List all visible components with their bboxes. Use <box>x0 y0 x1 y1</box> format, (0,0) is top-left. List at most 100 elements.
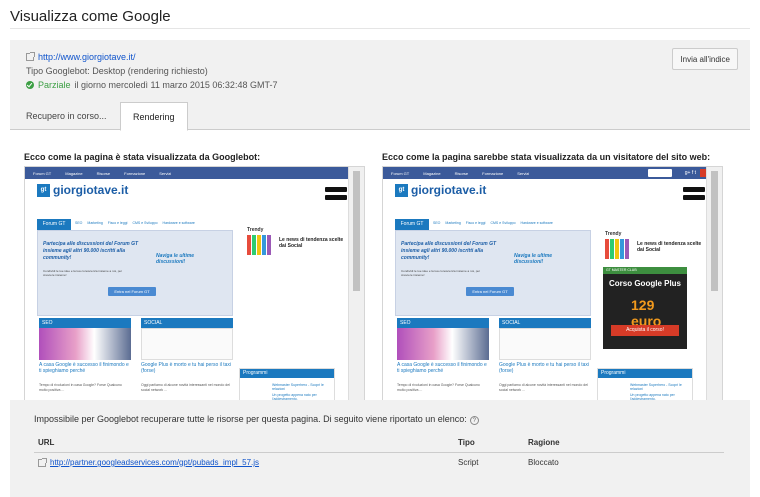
tab-rendering[interactable]: Rendering <box>120 102 188 131</box>
seo-image <box>39 328 131 360</box>
promo-note: Naviga le ultime discussioni! <box>156 253 195 265</box>
blocked-resources-panel: Impossibile per Googlebot recuperare tut… <box>10 400 750 497</box>
bar <box>615 239 619 259</box>
programmi-item: Webmaster Superhero - Scopri le relazion… <box>630 383 682 391</box>
blocked-resources-message: Impossibile per Googlebot recuperare tut… <box>34 414 479 425</box>
course-ad: GT MASTER CLUB Corso Google Plus 129 eur… <box>603 267 687 349</box>
site-nav-item: Forum GT <box>33 170 52 176</box>
bar <box>267 235 271 255</box>
forum-subnav: SEO Marketing Fisco e leggi CMS e Svilup… <box>75 221 195 225</box>
logo-mark: gt <box>395 183 408 197</box>
logo-mark: gt <box>37 183 50 197</box>
site-nav-item: Risorse <box>454 170 469 176</box>
forum-subnav: SEO Marketing Fisco e leggi CMS e Svilup… <box>433 221 553 225</box>
submit-to-index-button[interactable]: Invia all'indice <box>672 48 738 70</box>
resource-url-link[interactable]: http://partner.googleadservices.com/gpt/… <box>50 458 259 467</box>
ad-title: Corso Google Plus <box>609 279 682 288</box>
scroll-thumb[interactable] <box>711 171 718 291</box>
bar <box>605 239 609 259</box>
seo-image <box>397 328 489 360</box>
forum-tab: Forum GT <box>395 219 429 230</box>
external-link-icon <box>38 457 47 467</box>
column-header-url[interactable]: URL <box>38 438 54 447</box>
promo-subtext: Condividi le tue idee e la tua conoscenz… <box>43 269 123 277</box>
help-icon[interactable]: ? <box>469 416 479 425</box>
site-nav-item: Servizi <box>517 170 530 176</box>
check-circle-icon <box>26 81 34 89</box>
subnav-item: SEO <box>75 221 83 225</box>
googlebot-render: Forum GT Magazine Risorse Formazione Ser… <box>24 166 365 412</box>
social-image <box>141 328 233 360</box>
section-social: SOCIAL <box>499 318 591 328</box>
social-title: Google Plus è morto e tu hai perso il ta… <box>499 362 590 374</box>
fetch-info-panel: http://www.giorgiotave.it/ Tipo Googlebo… <box>10 40 750 102</box>
site-nav: Forum GT Magazine Risorse Formazione Ser… <box>25 167 349 179</box>
column-header-type[interactable]: Tipo <box>458 438 475 447</box>
fetched-url-link[interactable]: http://www.giorgiotave.it/ <box>38 52 136 62</box>
visitor-caption: Ecco come la pagina sarebbe stata visual… <box>382 152 711 162</box>
programmi-header: Programmi <box>240 369 334 378</box>
scroll-thumb[interactable] <box>353 171 360 291</box>
render-scrollbar[interactable] <box>706 167 722 411</box>
tab-bar: Recupero in corso... Rendering <box>10 102 750 131</box>
seo-text: Tempo di rivoluzioni in casa Google? For… <box>39 383 122 392</box>
trendy-text: Le news di tendenza scelte dai Social <box>637 241 702 253</box>
site-nav-item: Magazine <box>65 170 83 176</box>
table-row-url: http://partner.googleadservices.com/gpt/… <box>38 457 259 467</box>
tab-fetching[interactable]: Recupero in corso... <box>14 102 119 130</box>
trendy-text: Le news di tendenza scelte dai Social <box>279 237 344 249</box>
site-search <box>648 169 672 177</box>
trendy-box: Trendy Le news di tendenza scelte dai So… <box>605 231 705 265</box>
external-link-icon <box>26 52 35 61</box>
status-word: Parziale <box>38 80 71 90</box>
url-row: http://www.giorgiotave.it/ <box>26 52 136 62</box>
render-scrollbar[interactable] <box>348 167 364 411</box>
seo-title: A casa Google è successo il finimondo e … <box>39 362 129 374</box>
subnav-item: SEO <box>433 221 441 225</box>
social-text: Oggi parliamo di alcune novità interessa… <box>141 383 230 392</box>
bar <box>620 239 624 259</box>
ad-button: Acquista il corso! <box>611 325 679 336</box>
app-store-badge <box>683 195 705 200</box>
promo-note: Naviga le ultime discussioni! <box>514 253 553 265</box>
play-store-badge <box>683 187 705 192</box>
logo-text: giorgiotave.it <box>53 183 129 197</box>
app-store-badge <box>325 195 347 200</box>
site-nav-item: Formazione <box>124 170 146 176</box>
trendy-box: Trendy Le news di tendenza scelte dai So… <box>247 227 347 272</box>
section-seo: SEO <box>39 318 131 328</box>
bar <box>610 239 614 259</box>
promo-text: Partecipa alle discussioni del Forum GT … <box>401 241 497 261</box>
column-header-reason[interactable]: Ragione <box>528 438 560 447</box>
section-social: SOCIAL <box>141 318 233 328</box>
message-text: Impossibile per Googlebot recuperare tut… <box>34 414 467 424</box>
promo-button: Entra nel Forum GT <box>108 287 156 296</box>
table-divider <box>34 452 724 453</box>
bar <box>252 235 256 255</box>
subnav-item: Marketing <box>445 221 461 225</box>
social-image <box>499 328 591 360</box>
forum-tab: Forum GT <box>37 219 71 230</box>
social-text: Oggi parliamo di alcune novità interessa… <box>499 383 588 392</box>
subnav-item: Marketing <box>87 221 103 225</box>
page-title: Visualizza come Google <box>10 8 171 25</box>
promo-button: Entra nel Forum GT <box>466 287 514 296</box>
subnav-item: Fisco e leggi <box>107 221 128 225</box>
googlebot-type: Tipo Googlebot: Desktop (rendering richi… <box>26 66 208 76</box>
seo-text: Tempo di rivoluzioni in casa Google? For… <box>397 383 480 392</box>
site-logo: gt giorgiotave.it <box>395 183 486 197</box>
site-nav-item: Magazine <box>423 170 441 176</box>
resource-reason: Bloccato <box>528 458 559 467</box>
subnav-item: CMS e Sviluppo <box>132 221 158 225</box>
googlebot-caption: Ecco come la pagina è stata visualizzata… <box>24 152 261 162</box>
bar <box>247 235 251 255</box>
programmi-header: Programmi <box>598 369 692 378</box>
bar <box>257 235 261 255</box>
trendy-label: Trendy <box>605 231 622 237</box>
header-divider <box>10 28 750 29</box>
social-title: Google Plus è morto e tu hai perso il ta… <box>141 362 232 374</box>
section-seo: SEO <box>397 318 489 328</box>
site-nav-item: Risorse <box>96 170 111 176</box>
forum-promo: Partecipa alle discussioni del Forum GT … <box>395 230 591 316</box>
status-date: il giorno mercoledì 11 marzo 2015 06:32:… <box>74 80 278 90</box>
